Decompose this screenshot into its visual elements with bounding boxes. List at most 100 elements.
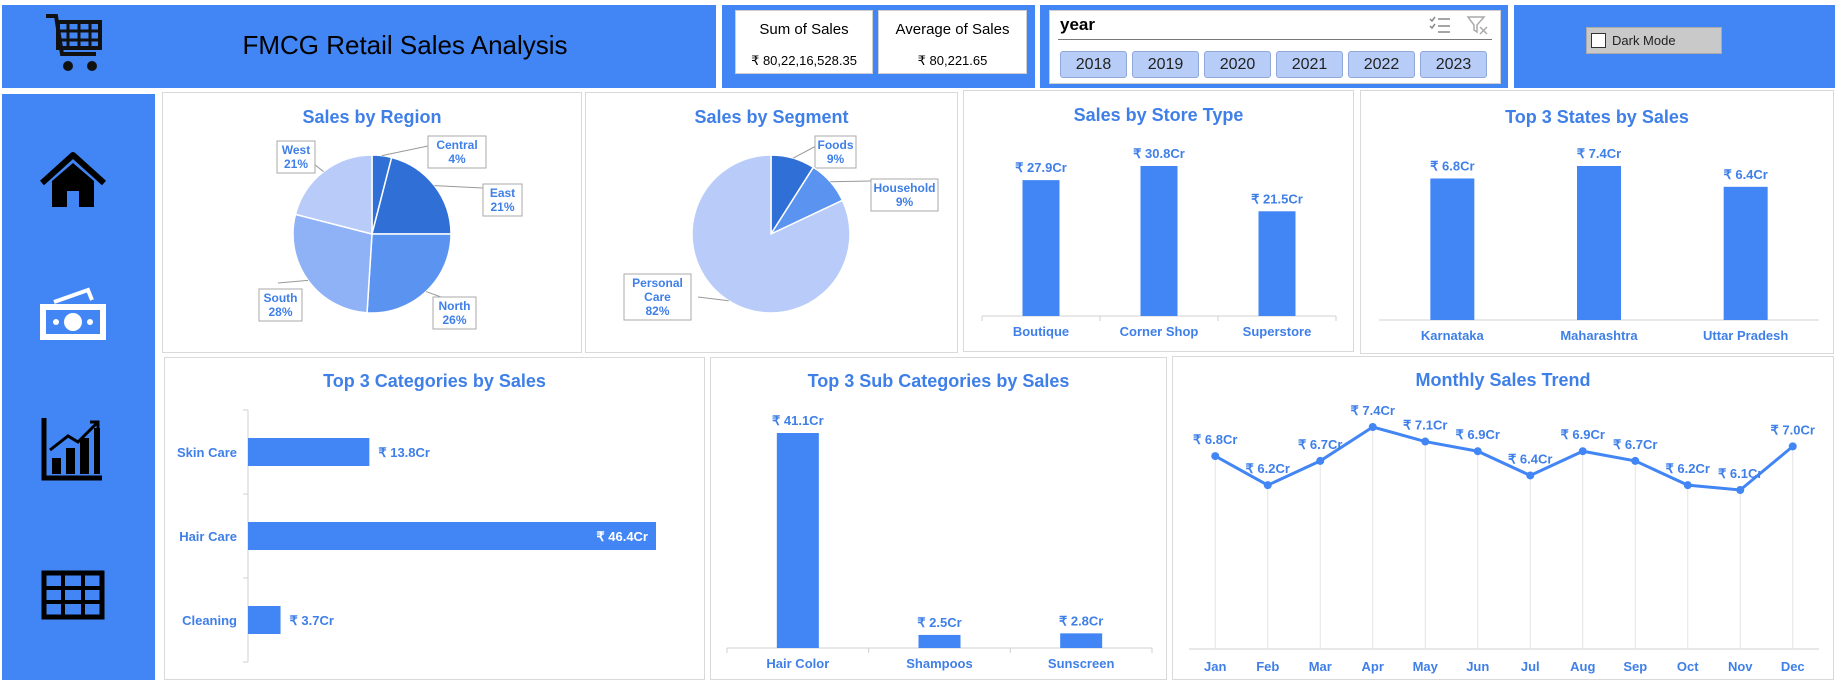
sum-of-sales-label: Sum of Sales: [759, 21, 849, 38]
point-nov: [1736, 486, 1745, 494]
point-jan: [1211, 452, 1220, 461]
bar-hair-care: [248, 522, 656, 550]
bar-skin-care: [248, 438, 370, 466]
data-label-may: ₹ 7.1Cr: [1403, 418, 1447, 433]
bar-hair-color: [776, 433, 819, 648]
x-tick-label-karnataka: Karnataka: [1421, 328, 1485, 343]
callout-percent-south: 28%: [268, 305, 292, 319]
year-option-2018[interactable]: 2018: [1060, 51, 1127, 78]
callout-percent-east: 21%: [490, 200, 514, 214]
data-label-hair-care: ₹ 46.4Cr: [596, 529, 648, 544]
year-option-2021[interactable]: 2021: [1276, 51, 1343, 78]
dark-mode-checkbox[interactable]: [1591, 33, 1606, 48]
callout-percent-west: 21%: [284, 157, 308, 171]
sales-by-store-type-chart: ₹ 27.9Cr Boutique ₹ 30.8Cr Corner Shop ₹ 21.…: [981, 146, 1337, 339]
year-option-2020[interactable]: 2020: [1204, 51, 1271, 78]
x-tick-label-aug: Aug: [1570, 659, 1595, 674]
callout-category-household: Household: [874, 181, 936, 195]
bar-sunscreen: [1060, 633, 1103, 648]
clear-filter-icon[interactable]: [1466, 15, 1490, 35]
callout-category-west: West: [282, 143, 310, 157]
average-of-sales-card: Average of Sales ₹ 80,221.65: [878, 10, 1027, 74]
x-tick-label-shampoos: Shampoos: [906, 656, 972, 671]
sales-by-region-panel: Sales by Region Central 4% East 21% North 26%…: [162, 92, 582, 353]
data-label-dec: ₹ 7.0Cr: [1771, 422, 1815, 437]
data-label-hair-color: ₹ 41.1Cr: [772, 413, 824, 428]
money-icon[interactable]: [36, 282, 110, 356]
year-option-2022[interactable]: 2022: [1348, 51, 1415, 78]
data-label-aug: ₹ 6.9Cr: [1561, 427, 1605, 442]
x-tick-label-oct: Oct: [1677, 659, 1699, 674]
table-icon[interactable]: [36, 558, 110, 632]
bar-superstore: [1258, 211, 1296, 316]
dark-mode-label: Dark Mode: [1612, 33, 1676, 48]
data-label-uttar-pradesh: ₹ 6.4Cr: [1723, 167, 1767, 182]
data-label-mar: ₹ 6.7Cr: [1298, 437, 1342, 452]
data-label-boutique: ₹ 27.9Cr: [1015, 160, 1067, 175]
callout-category-personal-care: Personal: [632, 276, 683, 290]
x-tick-label-sep: Sep: [1623, 659, 1647, 674]
leader-line-east: [434, 185, 484, 189]
bar-chart-icon[interactable]: [36, 412, 110, 486]
bar-boutique: [1022, 180, 1060, 316]
x-tick-label-jun: Jun: [1466, 659, 1489, 674]
home-icon[interactable]: [36, 145, 110, 219]
leader-line-north: [425, 291, 442, 298]
callout-category-north: North: [439, 299, 471, 313]
data-label-sunscreen: ₹ 2.8Cr: [1059, 613, 1103, 628]
leader-line-household: [830, 180, 872, 183]
callout-percent-personal-care: 82%: [645, 304, 669, 318]
point-jul: [1526, 471, 1535, 480]
x-tick-label-sunscreen: Sunscreen: [1048, 656, 1115, 671]
point-may: [1421, 437, 1430, 446]
point-aug: [1578, 447, 1587, 456]
data-label-karnataka: ₹ 6.8Cr: [1430, 158, 1474, 173]
slicer-title: year: [1060, 15, 1095, 34]
sales-by-segment-panel: Sales by Segment Foods 9% Household 9% Perso…: [585, 92, 958, 353]
data-label-jun: ₹ 6.9Cr: [1456, 427, 1500, 442]
sum-of-sales-value: ₹ 80,22,16,528.35: [751, 53, 857, 68]
year-slicer: year 2018 2019 2020 2021 2022 2023: [1049, 10, 1501, 84]
callout-category-foods: Foods: [818, 138, 854, 152]
year-option-2023[interactable]: 2023: [1420, 51, 1487, 78]
data-label-cleaning: ₹ 3.7Cr: [290, 613, 334, 628]
data-label-feb: ₹ 6.2Cr: [1246, 461, 1290, 476]
y-tick-label-hair-care: Hair Care: [179, 529, 237, 544]
x-tick-label-nov: Nov: [1728, 659, 1753, 674]
top-states-chart: ₹ 6.8Cr Karnataka ₹ 7.4Cr Maharashtra ₹ 6.4C…: [1379, 146, 1819, 343]
average-of-sales-value: ₹ 80,221.65: [917, 53, 988, 68]
leader-line-foods: [792, 145, 817, 159]
data-label-skin-care: ₹ 13.8Cr: [378, 445, 430, 460]
callout-category-south: South: [264, 291, 298, 305]
top-subcategories-chart: ₹ 41.1Cr Hair Color ₹ 2.5Cr Shampoos ₹ 2.8Cr…: [726, 413, 1153, 671]
top-categories-chart: Skin Care ₹ 13.8Cr Hair Care ₹ 46.4Cr Cleani…: [177, 409, 656, 663]
data-label-apr: ₹ 7.4Cr: [1351, 403, 1395, 418]
callout-percent-central: 4%: [448, 152, 466, 166]
multi-select-icon[interactable]: [1428, 15, 1452, 35]
point-dec: [1788, 442, 1797, 451]
data-label-jan: ₹ 6.8Cr: [1193, 432, 1237, 447]
sum-of-sales-card: Sum of Sales ₹ 80,22,16,528.35: [735, 10, 873, 74]
point-oct: [1683, 481, 1692, 490]
callout-category-east: East: [490, 186, 515, 200]
data-label-nov: ₹ 6.1Cr: [1718, 466, 1762, 481]
sales-by-store-type-panel: Sales by Store Type ₹ 27.9Cr Boutique ₹ 30…: [963, 90, 1354, 352]
data-label-sep: ₹ 6.7Cr: [1613, 437, 1657, 452]
x-tick-label-jul: Jul: [1521, 659, 1540, 674]
callout-percent-north: 26%: [442, 313, 466, 327]
x-tick-label-apr: Apr: [1362, 659, 1384, 674]
top-subcategories-panel: Top 3 Sub Categories by Sales ₹ 41.1Cr Ha…: [710, 357, 1167, 680]
callout-percent-foods: 9%: [827, 152, 845, 166]
x-tick-label-uttar-pradesh: Uttar Pradesh: [1703, 328, 1788, 343]
year-option-2019[interactable]: 2019: [1132, 51, 1199, 78]
data-label-shampoos: ₹ 2.5Cr: [917, 615, 961, 630]
x-tick-label-jan: Jan: [1204, 659, 1226, 674]
point-apr: [1368, 423, 1377, 431]
x-tick-label-boutique: Boutique: [1013, 324, 1069, 339]
y-tick-label-skin-care: Skin Care: [177, 445, 237, 460]
y-tick-label-cleaning: Cleaning: [182, 613, 237, 628]
point-jun: [1473, 447, 1482, 456]
dark-mode-toggle[interactable]: Dark Mode: [1586, 27, 1722, 54]
point-sep: [1631, 456, 1640, 465]
point-mar: [1316, 456, 1325, 465]
